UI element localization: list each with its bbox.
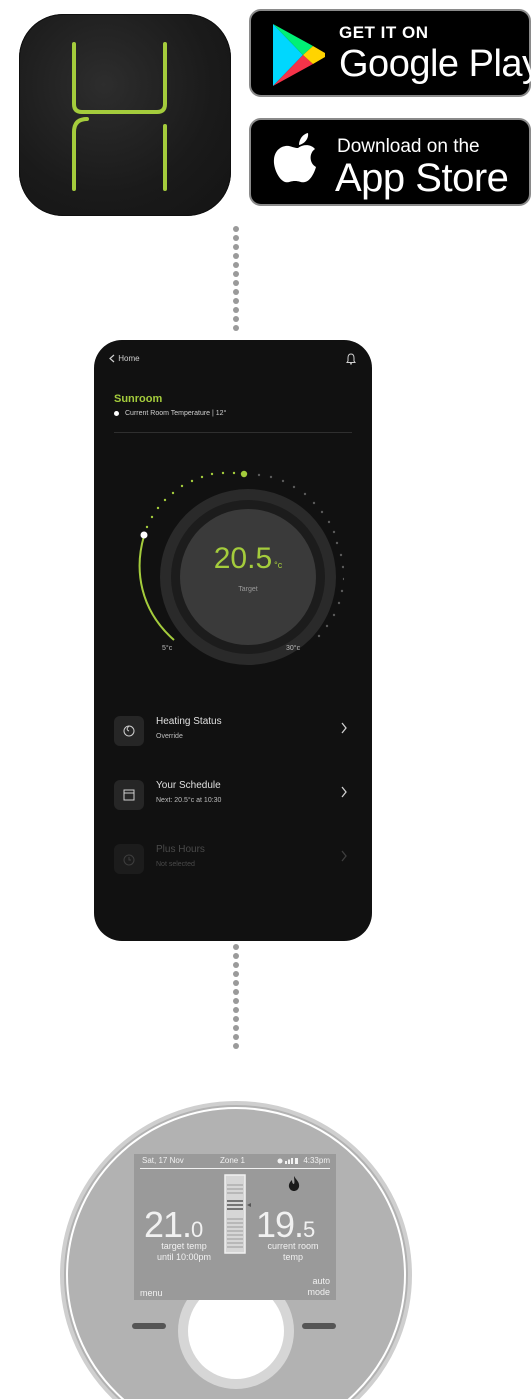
menu-label: menu — [140, 1288, 163, 1298]
level-pointer-icon — [247, 1203, 251, 1207]
screen-divider — [140, 1168, 330, 1169]
thermostat-screen: Sat, 17 Nov Zone 1 4:33pm 21.0 19.5 targ… — [134, 1154, 336, 1300]
plus-hours-sub: Not selected — [156, 861, 195, 868]
date-label: Sat, 17 Nov — [142, 1156, 184, 1165]
chevron-right-icon — [341, 786, 347, 798]
time-value: 4:33pm — [303, 1156, 330, 1165]
chevron-right-icon — [341, 850, 347, 862]
app-logo-icon — [72, 42, 167, 191]
target-label: Target — [238, 586, 258, 593]
schedule-tile — [114, 780, 144, 810]
plus-hours-title: Plus Hours — [156, 844, 205, 855]
target-temp-caption-line2: until 10:00pm — [156, 1252, 212, 1262]
temperature-bar — [224, 1174, 251, 1254]
auto-mode-line2: mode — [307, 1287, 330, 1297]
bell-icon — [346, 353, 356, 365]
current-temp-caption-line2: temp — [282, 1252, 303, 1262]
app-store-big-text: App Store — [335, 156, 509, 200]
target-temp-dec: 0 — [191, 1217, 203, 1242]
chevron-right-icon — [341, 722, 347, 734]
back-label: Home — [118, 354, 140, 363]
current-temp-int: 19. — [256, 1204, 304, 1245]
your-schedule-row[interactable]: Your Schedule Next: 20.5°c at 10:30 — [114, 776, 356, 816]
google-play-badge[interactable]: GET IT ON Google Play — [249, 9, 531, 97]
current-room-temperature-text: Current Room Temperature | 12° — [125, 410, 227, 417]
current-temp-caption-line1: current room — [267, 1241, 319, 1251]
target-temperature: 20.5 °c — [188, 542, 308, 576]
flame-icon — [288, 1176, 300, 1191]
current-room-temperature: Current Room Temperature | 12° — [114, 410, 226, 417]
google-play-icon — [273, 24, 325, 86]
min-temperature-label: 5°c — [162, 645, 173, 652]
max-temperature-label: 30°c — [286, 645, 301, 652]
bell-button[interactable] — [346, 352, 356, 370]
current-temp-caption: current room temp — [252, 1241, 334, 1263]
back-button[interactable]: Home — [108, 354, 140, 363]
phone-app-screen: Home Sunroom Current Room Temperature | … — [94, 340, 372, 941]
zone-label: Zone 1 — [220, 1156, 245, 1165]
calendar-icon — [123, 789, 135, 801]
status-dot-icon — [114, 410, 119, 416]
target-marker-icon — [240, 470, 248, 478]
plus-hours-tile — [114, 844, 144, 874]
your-schedule-sub: Next: 20.5°c at 10:30 — [156, 797, 222, 804]
target-temperature-display: 21.0 — [144, 1204, 203, 1246]
target-temp-caption: target temp until 10:00pm — [144, 1241, 224, 1263]
target-temperature-value: 20.5 — [213, 542, 273, 575]
target-temp-int: 21. — [144, 1204, 192, 1245]
google-play-small-text: GET IT ON — [339, 23, 429, 42]
app-icon[interactable] — [19, 14, 231, 216]
auto-mode-label: auto mode — [307, 1276, 330, 1298]
connector-dots-top — [233, 226, 239, 334]
chevron-left-icon — [109, 354, 115, 363]
your-schedule-title: Your Schedule — [156, 780, 221, 791]
divider — [114, 432, 352, 433]
heating-status-sub: Override — [156, 733, 183, 740]
signal-icons — [277, 1157, 299, 1164]
target-temp-caption-line1: target temp — [161, 1241, 207, 1251]
room-name: Sunroom — [114, 393, 163, 405]
google-play-big-text: Google Play — [339, 43, 531, 85]
left-button-icon — [132, 1323, 166, 1329]
apple-icon — [273, 133, 316, 183]
heating-status-title: Heating Status — [156, 716, 222, 727]
flame-icon — [123, 725, 135, 737]
app-store-small-text: Download on the — [337, 136, 480, 157]
connector-dots-bottom — [233, 944, 239, 1052]
heating-status-row[interactable]: Heating Status Override — [114, 712, 356, 752]
current-temp-dec: 5 — [303, 1217, 315, 1242]
time-label: 4:33pm — [277, 1156, 330, 1165]
current-temp-marker-icon — [140, 531, 148, 539]
heating-status-tile — [114, 716, 144, 746]
auto-mode-line1: auto — [312, 1276, 330, 1286]
app-store-badge[interactable]: Download on the App Store — [249, 118, 531, 206]
plus-hours-row[interactable]: Plus Hours Not selected — [114, 840, 356, 880]
clock-plus-icon — [123, 854, 135, 866]
current-temperature-display: 19.5 — [256, 1204, 315, 1246]
target-temperature-unit: °c — [274, 560, 283, 570]
right-button-icon — [302, 1323, 336, 1329]
